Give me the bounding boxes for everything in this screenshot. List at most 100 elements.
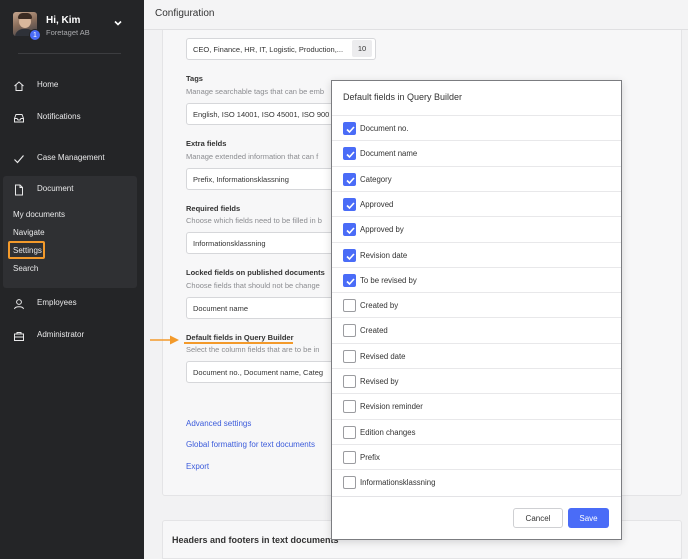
extra-fields-heading: Extra fields [186, 139, 227, 148]
categories-count: 10 [352, 40, 372, 57]
field-checkbox[interactable] [343, 400, 356, 414]
field-checkbox[interactable] [343, 425, 356, 439]
field-checkbox[interactable] [343, 324, 356, 338]
field-option-row[interactable]: Revision reminder [332, 393, 621, 418]
save-button[interactable]: Save [568, 508, 609, 528]
field-option-row[interactable]: Created [332, 317, 621, 342]
sidebar-item-label: Employees [37, 298, 77, 307]
sidebar-subitem-navigate[interactable]: Navigate [13, 228, 45, 237]
field-option-label: Approved [360, 199, 394, 209]
field-checkbox[interactable] [343, 172, 356, 186]
field-option-label: Revision reminder [360, 402, 423, 412]
export-link[interactable]: Export [186, 462, 209, 471]
user-greeting: Hi, Kim [46, 15, 81, 26]
field-option-row[interactable]: Created by [332, 292, 621, 317]
field-option-label: Document no. [360, 124, 409, 133]
field-checkbox[interactable] [343, 450, 356, 464]
field-option-label: Approved by [360, 225, 404, 235]
field-checkbox[interactable] [343, 248, 356, 262]
field-checkbox[interactable] [343, 476, 356, 490]
extra-fields-description: Manage extended information that can f [186, 152, 319, 161]
locked-fields-description: Choose fields that should not be change [186, 281, 320, 290]
checkmark-icon [346, 278, 355, 285]
modal-footer-divider [332, 496, 621, 497]
sidebar: 1 Hi, Kim Foretaget AB Home Notification… [0, 0, 144, 559]
home-icon [14, 81, 24, 91]
checkmark-icon [346, 177, 355, 184]
sidebar-item-employees[interactable]: Employees [0, 294, 144, 314]
field-checkbox[interactable] [343, 197, 356, 211]
field-option-label: Created [360, 326, 388, 336]
settings-highlight [8, 241, 45, 259]
page-title: Configuration [155, 8, 215, 19]
arrow-right-icon [150, 335, 179, 345]
field-option-label: To be revised by [360, 275, 417, 285]
field-option-row[interactable]: Edition changes [332, 418, 621, 444]
advanced-settings-link[interactable]: Advanced settings [186, 419, 251, 428]
sidebar-item-label: Case Management [37, 153, 105, 162]
user-menu[interactable]: 1 Hi, Kim Foretaget AB [13, 12, 133, 42]
sidebar-item-document[interactable]: Document [0, 180, 144, 200]
field-option-label: Edition changes [360, 427, 416, 437]
modal-title: Default fields in Query Builder [343, 92, 463, 102]
field-option-row[interactable]: Revised date [332, 342, 621, 368]
sidebar-item-administrator[interactable]: Administrator [0, 326, 144, 346]
sidebar-item-home[interactable]: Home [0, 76, 144, 96]
sidebar-subitem-search[interactable]: Search [13, 264, 38, 273]
field-option-label: Revision date [360, 250, 408, 260]
global-formatting-link[interactable]: Global formatting for text documents [186, 440, 315, 449]
checkmark-icon [346, 202, 355, 210]
field-option-label: Document name [360, 149, 418, 159]
person-icon [14, 299, 24, 310]
field-option-label: Created by [360, 301, 399, 311]
top-bar: Configuration [144, 0, 688, 30]
field-option-label: Category [360, 174, 392, 184]
field-checkbox[interactable] [343, 375, 356, 388]
required-fields-description: Choose which fields need to be filled in… [186, 216, 322, 225]
document-icon [15, 184, 23, 196]
field-option-row[interactable]: To be revised by [332, 266, 621, 292]
field-option-row[interactable]: Approved by [332, 216, 621, 241]
field-option-row[interactable]: Revision date [332, 241, 621, 267]
field-option-label: Informationsklassning [360, 478, 436, 488]
field-option-row[interactable]: Informationsklassning [332, 469, 621, 494]
field-option-row[interactable]: Revised by [332, 368, 621, 393]
default-fields-highlight [184, 342, 293, 344]
sidebar-item-case-management[interactable]: Case Management [0, 149, 144, 169]
sidebar-item-label: Administrator [37, 330, 85, 339]
categories-field[interactable]: CEO, Finance, HR, IT, Logistic, Producti… [186, 38, 376, 60]
field-option-row[interactable]: Approved [332, 190, 621, 216]
field-checkbox[interactable] [343, 349, 356, 363]
user-organization: Foretaget AB [46, 28, 90, 37]
briefcase-icon [14, 332, 24, 341]
field-option-label: Prefix [360, 452, 380, 462]
field-checkbox[interactable] [343, 273, 356, 287]
field-option-row[interactable]: Category [332, 165, 621, 191]
sidebar-subitem-my-documents[interactable]: My documents [13, 210, 65, 219]
headers-footers-heading: Headers and footers in text documents [172, 535, 339, 545]
locked-fields-heading: Locked fields on published documents [186, 268, 325, 277]
checkmark-icon [346, 151, 355, 159]
checkmark-icon [346, 227, 355, 235]
default-fields-modal: Default fields in Query Builder Document… [331, 80, 622, 540]
field-checkbox[interactable] [343, 122, 356, 135]
field-checkbox[interactable] [343, 223, 356, 237]
field-option-row[interactable]: Prefix [332, 443, 621, 469]
sidebar-divider [18, 53, 121, 54]
check-icon [14, 155, 24, 164]
sidebar-item-label: Document [37, 184, 74, 193]
required-fields-heading: Required fields [186, 204, 241, 213]
tags-heading: Tags [186, 74, 203, 83]
sidebar-item-label: Notifications [37, 112, 81, 121]
field-option-label: Revised date [360, 351, 406, 361]
inbox-icon [14, 114, 24, 123]
field-option-row[interactable]: Document no. [332, 115, 621, 140]
chevron-down-icon[interactable] [113, 18, 123, 28]
tags-description: Manage searchable tags that can be emb [186, 87, 325, 96]
sidebar-item-notifications[interactable]: Notifications [0, 108, 144, 128]
default-fields-heading: Default fields in Query Builder [186, 333, 294, 342]
field-checkbox[interactable] [343, 299, 356, 313]
cancel-button[interactable]: Cancel [513, 508, 563, 528]
field-option-row[interactable]: Document name [332, 140, 621, 165]
field-checkbox[interactable] [343, 147, 356, 161]
